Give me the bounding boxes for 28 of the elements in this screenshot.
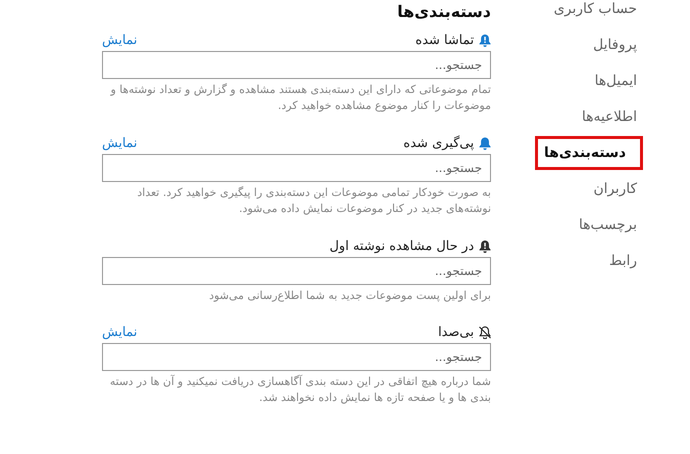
help-text: شما درباره هیچ اتفاقی در این دسته بندی آگاهسازی دریافت نمیکنید و آن ها در دسته بندی ها و یا صفحه تازه ها نمایش داده نخواهند شد. xyxy=(108,374,491,406)
search-field[interactable]: جستجو... xyxy=(102,343,491,372)
sidebar-item[interactable]: اطلاعیه‌ها xyxy=(576,100,643,134)
section-label: در حال مشاهده نوشته اول xyxy=(329,238,474,254)
help-text: تمام موضوعاتی که دارای این دسته‌بندی هستند مشاهده و گزارش و تعداد نوشته‌ها و موضوعات را کنار موضوع مشاهده خواهید کرد. xyxy=(109,82,491,114)
sidebar-item[interactable]: رابط xyxy=(603,244,643,278)
bell-alert-icon xyxy=(479,240,491,253)
search-field[interactable]: جستجو... xyxy=(102,154,491,182)
help-text: به صورت خودکار تمامی موضوعات این دسته‌بندی را پیگیری خواهید کرد. تعداد نوشته‌های جدید در کنار موضوعات نمایش داده می‌شود. xyxy=(136,184,491,217)
show-link[interactable]: نمایش xyxy=(102,32,138,48)
show-link[interactable]: نمایش xyxy=(102,325,138,340)
sidebar-item[interactable]: دسته‌بندی‌ها xyxy=(535,136,643,170)
section-label: پی‌گیری شده xyxy=(403,136,474,151)
sidebar-item[interactable]: برچسب‌ها xyxy=(572,208,643,242)
sidebar-item[interactable]: کاربران xyxy=(588,172,643,206)
sidebar-item[interactable]: ایمیل‌ها xyxy=(588,64,643,98)
bell-icon xyxy=(479,136,491,150)
help-text: برای اولین پست موضوعات جدید به شما اطلاع‌رسانی می‌شود xyxy=(208,288,491,304)
section-label: بی‌صدا xyxy=(438,325,474,340)
sidebar-item[interactable]: پروفایل xyxy=(587,28,643,62)
page-title: دسته‌بندی‌ها xyxy=(396,2,491,23)
sidebar-item[interactable]: حساب کاربری xyxy=(548,0,643,26)
section-label: تماشا شده xyxy=(415,32,474,48)
search-field[interactable]: جستجو... xyxy=(102,256,491,285)
search-field[interactable]: جستجو... xyxy=(102,50,491,79)
show-link[interactable]: نمایش xyxy=(102,136,138,151)
bell-slash-icon xyxy=(479,326,491,340)
bell-alert-icon xyxy=(479,34,491,47)
